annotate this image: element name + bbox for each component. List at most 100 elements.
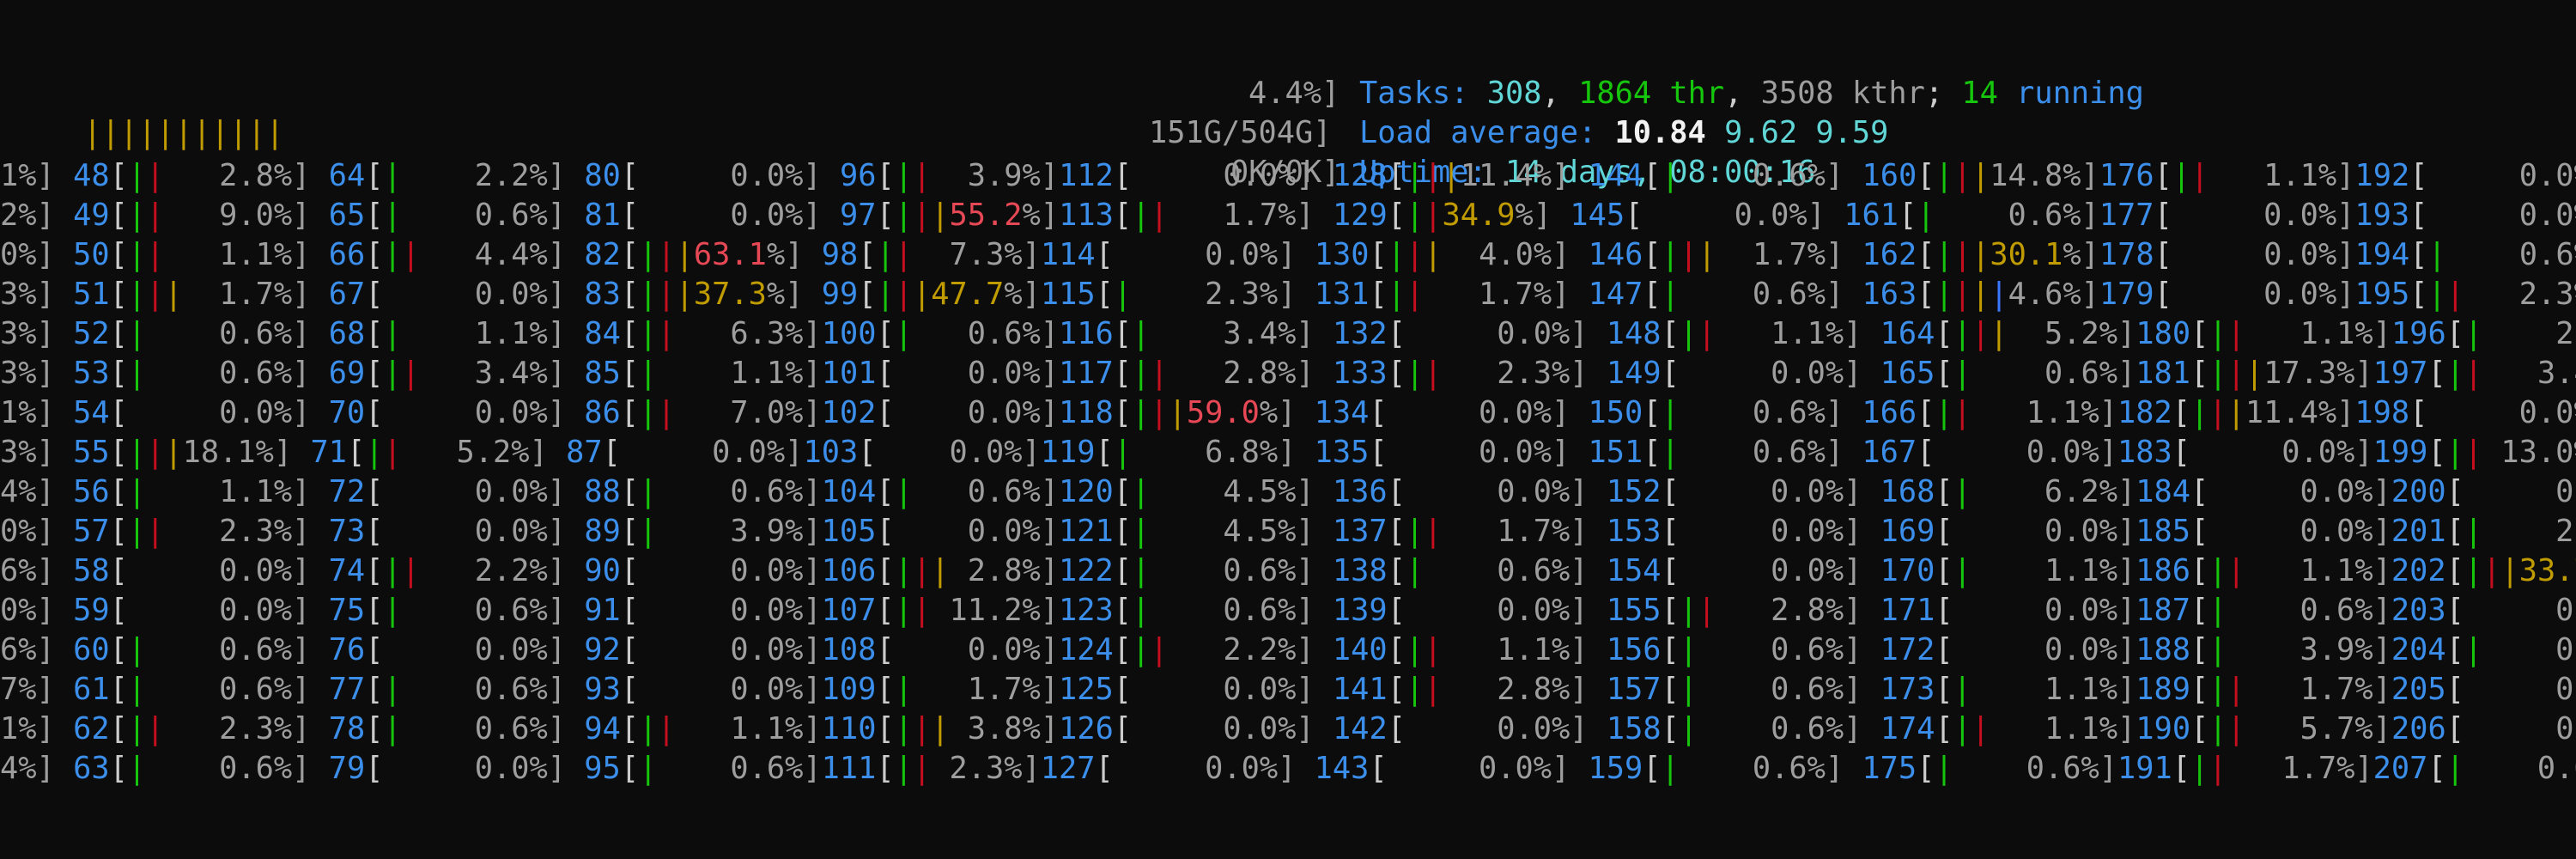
cpu-number: 106 bbox=[821, 553, 877, 588]
cpu-bar-segment: | bbox=[894, 593, 913, 628]
cpu-number: 97 bbox=[839, 198, 877, 233]
cpu-percent: 0.6 bbox=[2008, 198, 2063, 233]
cpu-bar-segment: | bbox=[1953, 158, 1971, 193]
cpu-number: 201 bbox=[2391, 514, 2446, 549]
cpu-bar-segment: | bbox=[2208, 553, 2227, 588]
cpu-bar-segment: | bbox=[1953, 553, 1971, 588]
cpu-percent: 2.8 bbox=[219, 158, 274, 193]
cpu-percent: 0.0 bbox=[2263, 198, 2318, 233]
cpu-bar-segment: | bbox=[1150, 198, 1169, 233]
cpu-number: 95 bbox=[584, 751, 621, 786]
cpu-bar-segment: | bbox=[365, 435, 384, 470]
cpu-bar-segment: | bbox=[383, 435, 402, 470]
cpu-number: 90 bbox=[584, 553, 621, 588]
cpu-bar-segment: | bbox=[2190, 395, 2209, 430]
cpu-percent: 3.4 bbox=[1223, 316, 1279, 351]
cpu-percent: 1.1 bbox=[1497, 632, 1552, 667]
cpu-number: 177 bbox=[2099, 198, 2154, 233]
cpu-number: 191 bbox=[2117, 751, 2172, 786]
cpu-percent: 0.0 bbox=[474, 751, 530, 786]
cpu-percent: 1.7 bbox=[1752, 237, 1807, 272]
cpu-number: 51 bbox=[73, 277, 110, 312]
cpu-bar-segment: | bbox=[2208, 316, 2227, 351]
cpu-bar-segment: | bbox=[127, 474, 147, 509]
cpu-percent: 0.0 bbox=[1223, 672, 1279, 707]
cpu-number: 203 bbox=[2391, 593, 2446, 628]
cpu-bar-segment: | bbox=[2445, 356, 2464, 391]
cpu-percent: 1.1 bbox=[2300, 553, 2355, 588]
cpu-number: 149 bbox=[1606, 356, 1662, 391]
cpu-bar-segment: | bbox=[1953, 237, 1972, 272]
cpu-number: 94 bbox=[584, 711, 621, 746]
cpu-number: 70 bbox=[328, 395, 366, 430]
cpu-number: 117 bbox=[1059, 356, 1114, 391]
cpu-percent: 0.0 bbox=[2026, 435, 2081, 470]
cpu-percent: 11.4 bbox=[1460, 158, 1534, 193]
cpu-percent: 0.6 bbox=[967, 474, 1023, 509]
cpu-number: 138 bbox=[1332, 553, 1388, 588]
cpu-number: 144 bbox=[1588, 158, 1643, 193]
cpu-percent: 3.8 bbox=[967, 711, 1023, 746]
cpu-bar-segment: | bbox=[2464, 356, 2483, 391]
cpu-percent: 9.0 bbox=[219, 198, 274, 233]
cpu-percent: 17.3 bbox=[2263, 356, 2337, 391]
cpu-number: 164 bbox=[1880, 316, 1935, 351]
uptime: Uptime: 14 days, 08:00:16 bbox=[1286, 113, 1815, 190]
cpu-number: 110 bbox=[821, 711, 877, 746]
cpu-number: 120 bbox=[1059, 474, 1114, 509]
cpu-bar-segment: | bbox=[1990, 277, 2008, 312]
cpu-number: 75 bbox=[328, 593, 366, 628]
cpu-percent: 0.6 bbox=[2518, 237, 2574, 272]
cpu-number: 166 bbox=[1862, 395, 1917, 430]
cpu-percent: 0.0 bbox=[219, 553, 274, 588]
cpu-percent: 0.0 bbox=[2518, 158, 2574, 193]
cpu-bar-segment: | bbox=[127, 672, 147, 707]
cpu-bar-segment: | bbox=[657, 277, 676, 312]
cpu-bar-segment: | bbox=[1132, 632, 1151, 667]
cpu-bar-segment: | bbox=[401, 237, 421, 272]
cpu-number: 91 bbox=[584, 593, 621, 628]
cpu-bar-segment: | bbox=[1935, 751, 1953, 786]
cpu-number: 83 bbox=[584, 277, 621, 312]
cpu-number: 129 bbox=[1332, 198, 1388, 233]
cpu-bar-segment: | bbox=[639, 277, 658, 312]
cpu-number: 202 bbox=[2391, 553, 2446, 588]
cpu-number: 125 bbox=[1059, 672, 1114, 707]
cpu-meter-row: 1%] 54[ 0.0%] 70[ 0.0%] 86[|| 7.0%]102[ … bbox=[0, 395, 2576, 430]
cpu-percent: 2.3 bbox=[2555, 514, 2576, 549]
cpu-number: 162 bbox=[1862, 237, 1917, 272]
cpu-percent: 30.1 bbox=[1990, 237, 2063, 272]
cpu-percent: 1 bbox=[0, 395, 19, 430]
cpu-percent: 5.2 bbox=[2044, 316, 2099, 351]
cpu-bar-segment: | bbox=[383, 672, 402, 707]
cpu-number: 192 bbox=[2354, 158, 2410, 193]
cpu-percent: 0.0 bbox=[1478, 435, 1534, 470]
cpu-bar-segment: | bbox=[127, 435, 147, 470]
cpu-number: 85 bbox=[584, 356, 621, 391]
cpu-meter-row: 2%] 49[|| 9.0%] 65[| 0.6%] 81[ 0.0%] 97[… bbox=[0, 198, 2576, 233]
cpu-number: 115 bbox=[1040, 277, 1096, 312]
cpu-percent: 7 bbox=[0, 672, 19, 707]
cpu-percent: 0.6 bbox=[219, 751, 274, 786]
cpu-bar-segment: | bbox=[1442, 158, 1461, 193]
cpu-bar-segment: | bbox=[383, 553, 402, 588]
cpu-number: 198 bbox=[2354, 395, 2410, 430]
cpu-bar-segment: | bbox=[639, 711, 658, 746]
cpu-percent: 0.0 bbox=[1205, 751, 1260, 786]
cpu-percent: 1.1 bbox=[2044, 672, 2099, 707]
cpu-number: 62 bbox=[73, 711, 110, 746]
cpu-bar-segment: | bbox=[931, 198, 950, 233]
cpu-percent: 55.2 bbox=[949, 198, 1023, 233]
cpu-bar-segment: | bbox=[2464, 553, 2483, 588]
cpu-number: 65 bbox=[328, 198, 366, 233]
cpu-bar-segment: | bbox=[912, 593, 932, 628]
cpu-percent: 0.0 bbox=[967, 514, 1023, 549]
cpu-bar-segment: | bbox=[127, 751, 147, 786]
cpu-number: 142 bbox=[1332, 711, 1388, 746]
cpu-bar-segment: | bbox=[1953, 395, 1971, 430]
cpu-number: 152 bbox=[1606, 474, 1662, 509]
cpu-number: 171 bbox=[1880, 593, 1935, 628]
memory-meter-bar: ||||||||||| bbox=[10, 74, 284, 150]
cpu-number: 173 bbox=[1880, 672, 1935, 707]
cpu-number: 140 bbox=[1332, 632, 1388, 667]
